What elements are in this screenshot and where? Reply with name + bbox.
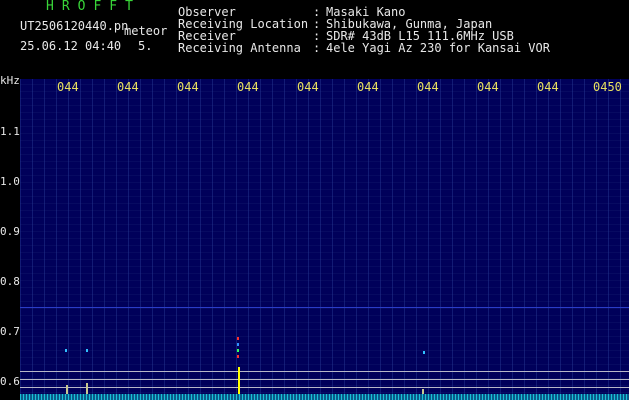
- y-tick: 0.9: [0, 225, 20, 238]
- app-title: HROFFT: [46, 0, 141, 14]
- detection-count: 5.: [138, 39, 153, 53]
- reference-line: [20, 371, 629, 372]
- x-tick: 044: [357, 80, 379, 94]
- x-tick: 044: [417, 80, 439, 94]
- spectrogram-plot: [20, 79, 629, 400]
- x-tick: 044: [117, 80, 139, 94]
- y-tick: 0.7: [0, 325, 20, 338]
- reference-line: [20, 387, 629, 388]
- y-tick: 0.8: [0, 275, 20, 288]
- carrier-line: [20, 307, 629, 308]
- separator: :: [313, 41, 321, 55]
- signal-blip: [423, 351, 425, 354]
- x-tick: 0450: [593, 80, 622, 94]
- signal-blip: [237, 337, 239, 340]
- datetime: 25.06.12 04:40: [20, 39, 122, 53]
- signal-blip: [237, 349, 239, 352]
- y-tick: 1.0: [0, 175, 20, 188]
- antenna-label: Receiving Antenna: [178, 41, 301, 55]
- signal-blip: [237, 343, 239, 346]
- y-tick: 1.1: [0, 125, 20, 138]
- x-tick: 044: [177, 80, 199, 94]
- signal-blip: [65, 349, 67, 352]
- x-tick: 044: [297, 80, 319, 94]
- x-tick: 044: [57, 80, 79, 94]
- unit-label: kHz: [0, 74, 20, 87]
- signal-blip: [237, 355, 239, 358]
- reference-line: [20, 379, 629, 380]
- x-tick: 044: [537, 80, 559, 94]
- y-tick: 0.6: [0, 375, 20, 388]
- file-name: UT2506120440.pn: [20, 19, 129, 33]
- x-tick: 044: [237, 80, 259, 94]
- noise-floor: [20, 394, 629, 400]
- x-tick: 044: [477, 80, 499, 94]
- antenna-value: 4ele Yagi Az 230 for Kansai VOR: [326, 41, 550, 55]
- signal-blip: [86, 349, 88, 352]
- mode-label: meteor: [124, 24, 168, 38]
